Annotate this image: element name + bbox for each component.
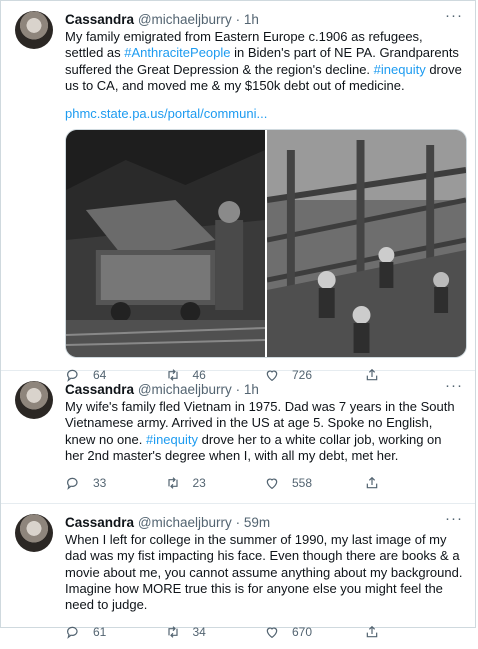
external-link[interactable]: phmc.state.pa.us/portal/communi... (65, 106, 463, 121)
author-name[interactable]: Cassandra (65, 12, 134, 27)
author-name[interactable]: Cassandra (65, 382, 134, 397)
more-icon[interactable]: ··· (445, 510, 463, 527)
timestamp[interactable]: 59m (244, 515, 270, 530)
timestamp[interactable]: 1h (244, 382, 259, 397)
retweet-count: 34 (192, 625, 206, 640)
more-icon[interactable]: ··· (445, 7, 463, 24)
tweet[interactable]: Cassandra @michaeljburry · 59m ··· When … (1, 504, 475, 639)
reply-button[interactable]: 61 (65, 624, 165, 640)
tweet-actions: 33 23 558 (65, 466, 463, 500)
tweet-actions: 61 34 670 (65, 615, 463, 649)
author-handle[interactable]: @michaeljburry (138, 12, 232, 27)
share-icon (366, 477, 377, 489)
reply-count: 61 (93, 625, 107, 640)
avatar[interactable] (15, 381, 53, 419)
coal-breaker-image (266, 130, 466, 358)
reply-icon (67, 627, 78, 640)
hashtag-link[interactable]: #inequity (374, 62, 426, 77)
tweet[interactable]: Cassandra @michaeljburry · 1h ··· My fam… (1, 1, 475, 382)
reply-count: 33 (93, 476, 107, 491)
mine-cart-photo[interactable] (66, 130, 266, 358)
author-name[interactable]: Cassandra (65, 515, 134, 530)
media-grid[interactable] (65, 129, 467, 359)
tweet-header: Cassandra @michaeljburry · 59m (65, 514, 463, 531)
timeline: Cassandra @michaeljburry · 1h ··· My fam… (0, 0, 476, 639)
separator: · (235, 515, 241, 530)
hashtag-link[interactable]: #AnthracitePeople (124, 45, 230, 60)
share-button[interactable] (364, 475, 464, 491)
author-handle[interactable]: @michaeljburry (138, 515, 232, 530)
like-button[interactable]: 558 (264, 475, 364, 491)
mine-cart-image (66, 130, 266, 358)
share-icon (366, 626, 377, 638)
text-segment: When I left for college in the summer of… (65, 532, 463, 613)
reply-icon (67, 477, 78, 491)
retweet-icon (167, 477, 178, 489)
retweet-count: 23 (192, 476, 206, 491)
retweet-button[interactable]: 23 (165, 475, 265, 491)
retweet-button[interactable]: 34 (165, 624, 265, 640)
separator: · (235, 382, 241, 397)
more-icon[interactable]: ··· (445, 377, 463, 394)
reply-button[interactable]: 33 (65, 475, 165, 491)
avatar[interactable] (15, 11, 53, 49)
tweet-text: My family emigrated from Eastern Europe … (65, 29, 463, 94)
tweet[interactable]: Cassandra @michaeljburry · 1h ··· My wif… (1, 371, 475, 504)
author-handle[interactable]: @michaeljburry (138, 382, 232, 397)
retweet-icon (167, 626, 178, 639)
like-count: 670 (292, 625, 313, 640)
tweet-text: When I left for college in the summer of… (65, 532, 463, 613)
like-button[interactable]: 670 (264, 624, 364, 640)
separator: · (235, 12, 241, 27)
like-icon (266, 627, 278, 639)
tweet-header: Cassandra @michaeljburry · 1h (65, 11, 463, 28)
hashtag-link[interactable]: #inequity (146, 432, 198, 447)
coal-breaker-photo[interactable] (266, 130, 466, 358)
like-count: 558 (292, 476, 313, 491)
timestamp[interactable]: 1h (244, 12, 259, 27)
tweet-header: Cassandra @michaeljburry · 1h (65, 381, 463, 398)
tweet-text: My wife's family fled Vietnam in 1975. D… (65, 399, 463, 464)
like-icon (266, 478, 278, 490)
avatar[interactable] (15, 514, 53, 552)
share-button[interactable] (364, 624, 464, 640)
